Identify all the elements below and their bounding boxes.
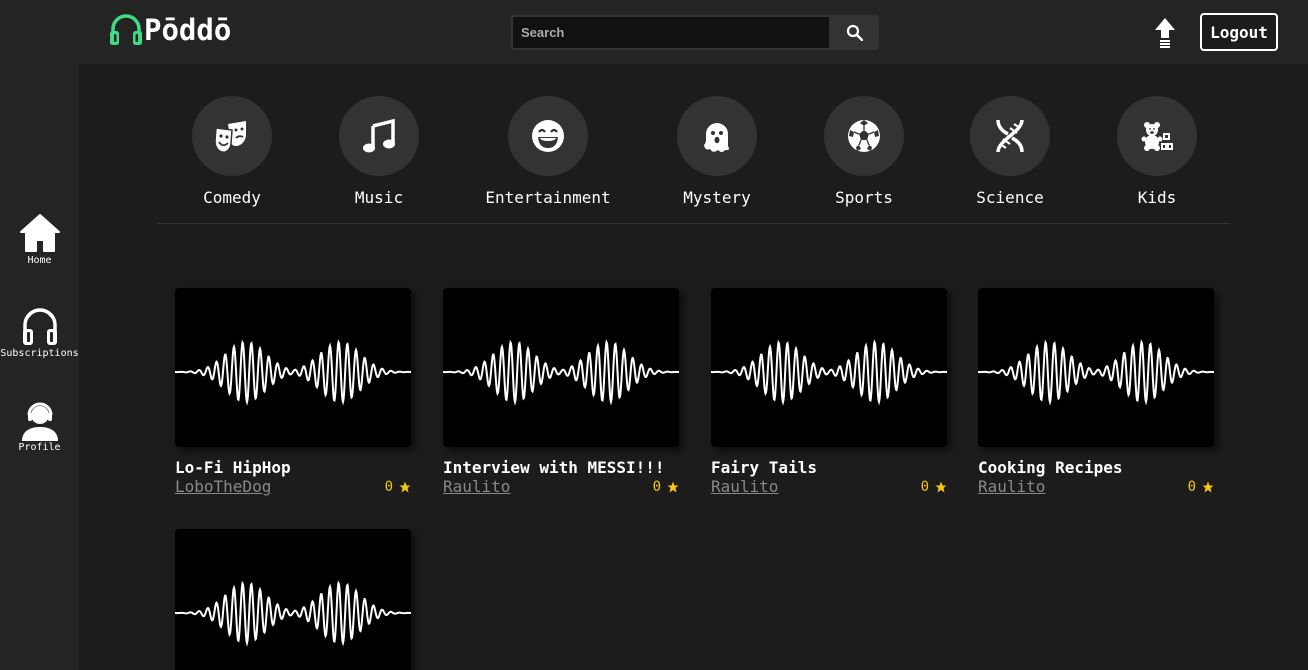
podcast-title[interactable]: Cooking Recipes [978, 459, 1214, 477]
category-circle [192, 96, 272, 176]
podcast-title[interactable]: Interview with MESSI!!! [443, 459, 679, 477]
podcast-rating: 0 [921, 479, 947, 495]
podcast-meta: Raulito 0 [978, 478, 1214, 496]
podcast-thumbnail[interactable] [443, 288, 679, 447]
teddy-bear-icon [1141, 122, 1173, 151]
podcast-card [175, 529, 411, 670]
user-headset-icon [21, 402, 58, 441]
upload-arrow-icon [1155, 18, 1175, 48]
star-icon [399, 481, 411, 493]
podcast-card: Lo-Fi HipHop LoboTheDog 0 [175, 288, 411, 496]
podcast-thumbnail[interactable] [978, 288, 1214, 447]
category-circle [970, 96, 1050, 176]
sidebar-item-label: Home [27, 255, 52, 266]
theater-masks-icon [214, 121, 246, 153]
app-name: Pōddō [144, 13, 232, 47]
sidebar-item-label: Subscriptions [0, 348, 79, 359]
headphones-icon [22, 308, 57, 345]
sidebar: Home Subscriptions Profile [0, 0, 79, 670]
soundwave-image [175, 580, 411, 647]
category-music[interactable]: Music [314, 96, 444, 207]
rating-value: 0 [920, 479, 929, 495]
category-divider [158, 223, 1230, 224]
category-circle [339, 96, 419, 176]
upload-button[interactable] [1150, 15, 1180, 51]
rating-value: 0 [1187, 479, 1196, 495]
podcast-author-link[interactable]: Raulito [711, 478, 778, 496]
podcast-card: Fairy Tails Raulito 0 [711, 288, 947, 496]
category-circle [1117, 96, 1197, 176]
category-label: Mystery [683, 188, 751, 207]
home-icon [19, 214, 60, 252]
category-label: Kids [1137, 188, 1177, 207]
category-circle [824, 96, 904, 176]
podcast-meta: LoboTheDog 0 [175, 478, 411, 496]
category-comedy[interactable]: Comedy [167, 96, 297, 207]
podcast-author-link[interactable]: Raulito [443, 478, 510, 496]
podcast-card: Interview with MESSI!!! Raulito 0 [443, 288, 679, 496]
music-note-icon [363, 118, 395, 153]
search-button[interactable] [829, 15, 879, 50]
star-icon [667, 481, 679, 493]
category-mystery[interactable]: Mystery [652, 96, 782, 207]
category-label: Music [354, 188, 404, 207]
soundwave-image [711, 339, 947, 406]
top-header: Pōddō Logout [79, 0, 1308, 64]
sidebar-item-label: Profile [18, 442, 61, 453]
podcast-rating: 0 [1188, 479, 1214, 495]
category-entertainment[interactable]: Entertainment [483, 96, 613, 207]
category-label: Science [976, 188, 1044, 207]
category-science[interactable]: Science [945, 96, 1075, 207]
category-kids[interactable]: Kids [1092, 96, 1222, 207]
logo-headphones-icon [110, 14, 142, 45]
podcast-meta: Raulito 0 [711, 478, 947, 496]
dna-icon [996, 119, 1024, 153]
category-label: Comedy [203, 188, 261, 207]
podcast-thumbnail[interactable] [711, 288, 947, 447]
rating-value: 0 [652, 479, 661, 495]
soundwave-image [443, 339, 679, 406]
app-logo[interactable]: Pōddō [109, 12, 231, 48]
podcast-title[interactable]: Fairy Tails [711, 459, 947, 477]
star-icon [935, 481, 947, 493]
podcast-meta: Raulito 0 [443, 478, 679, 496]
category-sports[interactable]: Sports [799, 96, 929, 207]
laugh-icon [532, 120, 564, 152]
sidebar-item-subscriptions[interactable]: Subscriptions [0, 307, 79, 359]
sidebar-item-home[interactable]: Home [0, 212, 79, 266]
category-circle [677, 96, 757, 176]
podcast-rating: 0 [385, 479, 411, 495]
search-icon [846, 24, 863, 41]
sidebar-item-profile[interactable]: Profile [0, 401, 79, 453]
category-label: Sports [835, 188, 893, 207]
search-bar [511, 15, 879, 50]
podcast-thumbnail[interactable] [175, 288, 411, 447]
star-icon [1202, 481, 1214, 493]
category-circle [508, 96, 588, 176]
soundwave-image [978, 339, 1214, 406]
podcast-author-link[interactable]: Raulito [978, 478, 1045, 496]
podcast-author-link[interactable]: LoboTheDog [175, 478, 271, 496]
podcast-rating: 0 [653, 479, 679, 495]
podcast-thumbnail[interactable] [175, 529, 411, 670]
rating-value: 0 [384, 479, 393, 495]
soccer-ball-icon [848, 120, 880, 152]
category-label: Entertainment [485, 188, 611, 207]
podcast-title[interactable]: Lo-Fi HipHop [175, 459, 411, 477]
ghost-icon [704, 123, 729, 152]
soundwave-image [175, 339, 411, 406]
podcast-card: Cooking Recipes Raulito 0 [978, 288, 1214, 496]
logout-button[interactable]: Logout [1200, 13, 1278, 51]
search-input[interactable] [511, 15, 829, 50]
